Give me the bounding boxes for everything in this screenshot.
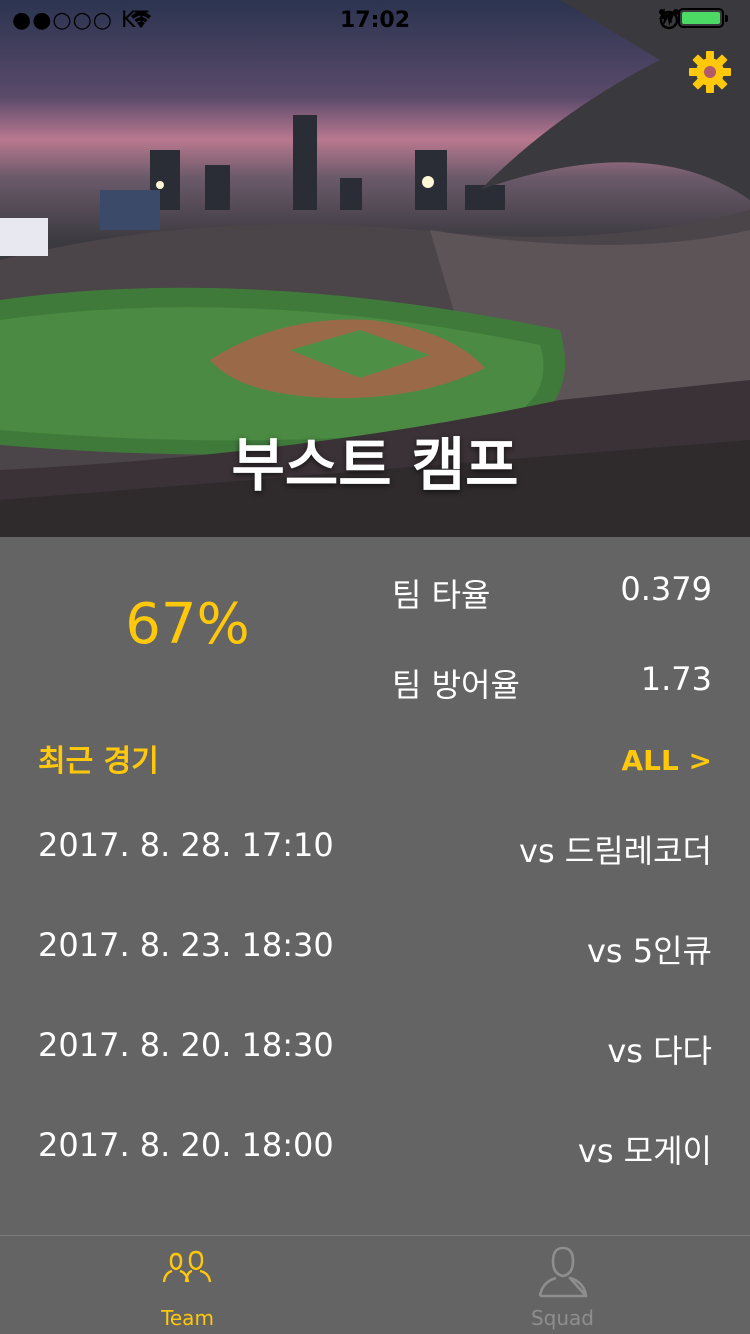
win-rate-value: 67% <box>125 592 250 657</box>
game-date: 2017. 8. 20. 18:30 <box>38 1026 334 1064</box>
person-icon <box>538 1246 587 1298</box>
hero-stadium-image: ●●○○○ KT 17:02 부스트 캠프 <box>0 0 750 537</box>
game-opponent: vs 드림레코더 <box>519 832 712 870</box>
status-bar: ●●○○○ KT 17:02 <box>0 0 750 40</box>
tab-team-label: Team <box>161 1306 214 1330</box>
game-date: 2017. 8. 23. 18:30 <box>38 926 334 964</box>
game-opponent: vs 5인큐 <box>586 932 712 970</box>
game-opponent: vs 다다 <box>607 1032 712 1070</box>
clock-label: 17:02 <box>339 8 411 33</box>
tab-squad-label: Squad <box>530 1306 595 1330</box>
game-opponent: vs 모게이 <box>577 1132 712 1170</box>
tab-squad[interactable]: Squad <box>375 1236 750 1334</box>
batting-average-value: 0.379 <box>620 570 712 608</box>
team-icon <box>162 1250 211 1283</box>
era-row: 팀 방어율 1.73 <box>392 660 712 704</box>
recent-games-title: 최근 경기 <box>38 744 159 779</box>
tab-bar: Team Squad <box>0 1235 750 1334</box>
game-row[interactable]: 2017. 8. 28. 17:10 vs 드림레코더 <box>38 820 712 920</box>
batting-average-row: 팀 타율 0.379 <box>392 570 712 614</box>
team-name-title: 부스트 캠프 <box>231 431 519 499</box>
settings-gear-icon[interactable] <box>688 50 732 94</box>
game-row[interactable]: 2017. 8. 20. 18:30 vs 다다 <box>38 1020 712 1120</box>
batting-average-label: 팀 타율 <box>392 576 491 614</box>
era-label: 팀 방어율 <box>392 666 520 704</box>
game-row[interactable]: 2017. 8. 20. 18:00 vs 모게이 <box>38 1120 712 1220</box>
game-date: 2017. 8. 28. 17:10 <box>38 826 334 864</box>
game-date: 2017. 8. 20. 18:00 <box>38 1126 334 1164</box>
game-row[interactable]: 2017. 8. 23. 18:30 vs 5인큐 <box>38 920 712 1020</box>
tab-team[interactable]: Team <box>0 1236 375 1334</box>
recent-games-header: 최근 경기 ALL > <box>38 736 712 780</box>
all-games-link[interactable]: ALL > <box>621 744 712 777</box>
era-value: 1.73 <box>640 660 712 698</box>
battery-icon <box>678 8 728 28</box>
status-right-icons <box>658 8 738 30</box>
recent-games-list: 2017. 8. 28. 17:10 vs 드림레코더 2017. 8. 23.… <box>38 820 712 1220</box>
